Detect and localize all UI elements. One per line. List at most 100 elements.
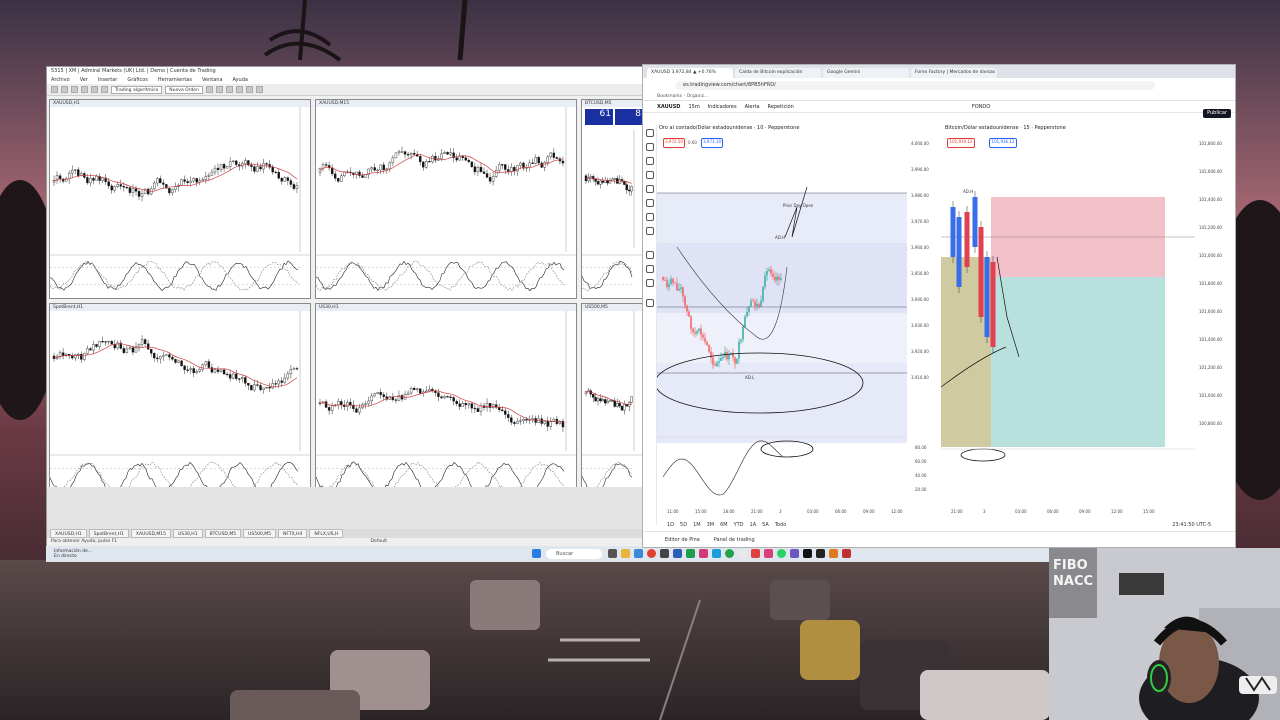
- fib-icon[interactable]: [646, 157, 654, 165]
- chart-panel[interactable]: XAUUSD,H1: [49, 99, 311, 299]
- zoom-icon[interactable]: [646, 227, 654, 235]
- chart-tab[interactable]: US30,H1: [173, 529, 203, 538]
- chart-tab[interactable]: BTCUSD,M5: [204, 529, 242, 538]
- algo-trading-button[interactable]: Trading algorítmico: [111, 85, 163, 94]
- menu-ver[interactable]: Ver: [80, 76, 88, 84]
- app-icon[interactable]: [829, 549, 838, 558]
- tf-button[interactable]: 5A: [762, 520, 769, 531]
- app-icon[interactable]: [842, 549, 851, 558]
- app-icon[interactable]: [686, 549, 695, 558]
- tf-button[interactable]: YTD: [734, 520, 744, 531]
- news-widget[interactable]: Información de... En directo: [54, 549, 104, 559]
- zoom-in-icon[interactable]: [235, 86, 243, 93]
- chrome-icon[interactable]: [647, 549, 656, 558]
- browser-tab[interactable]: Caída de Bitcoin explicación: [735, 68, 821, 78]
- xauusd-chart[interactable]: Prior Day Open AD.H AD.L 4,000.00 3,990.00 3,…: [657, 137, 937, 517]
- sell-ticker[interactable]: 61: [585, 109, 613, 125]
- replay-button[interactable]: Repetición: [768, 104, 794, 110]
- magnet-icon[interactable]: [646, 251, 654, 259]
- tf-button[interactable]: 1M: [693, 520, 701, 531]
- menu-archivo[interactable]: Archivo: [51, 76, 70, 84]
- browser-tab[interactable]: Forex Factory | Mercados de divisas: [911, 68, 997, 78]
- symbol-search[interactable]: XAUUSD: [657, 104, 680, 110]
- chart-tab[interactable]: US500,M5: [243, 529, 276, 538]
- app-icon[interactable]: [660, 549, 669, 558]
- btcusd-chart[interactable]: AD.H 102,800.00 102,600.00 102,400.00 102,20…: [941, 137, 1235, 517]
- app-icon[interactable]: [738, 549, 747, 558]
- tiktok-icon[interactable]: [803, 549, 812, 558]
- buy-ticker[interactable]: 8: [615, 109, 643, 125]
- brush-icon[interactable]: [646, 199, 654, 207]
- chart-tab[interactable]: XAUUSD,M15: [130, 529, 171, 538]
- app-icon[interactable]: [699, 549, 708, 558]
- candle-body: [718, 361, 720, 363]
- trading-panel-tab[interactable]: Panel de trading: [714, 532, 755, 547]
- tf-button[interactable]: 5D: [680, 520, 687, 531]
- measure-icon[interactable]: [646, 213, 654, 221]
- trash-icon[interactable]: [646, 299, 654, 307]
- task-view-icon[interactable]: [608, 549, 617, 558]
- alert-button[interactable]: Alerta: [745, 104, 760, 110]
- eye-icon[interactable]: [646, 279, 654, 287]
- address-bar[interactable]: es.tradingview.com/chart/8PB5hFRD/: [675, 80, 1155, 90]
- browser-tab[interactable]: Google Gemini: [823, 68, 909, 78]
- trend-line-icon[interactable]: [646, 143, 654, 151]
- browser-icon[interactable]: [634, 549, 643, 558]
- chart-tab[interactable]: XAUUSD,H1: [50, 529, 87, 538]
- instagram-icon[interactable]: [764, 549, 773, 558]
- pine-editor-tab[interactable]: Editor de Pine: [665, 532, 700, 547]
- whatsapp-icon[interactable]: [777, 549, 786, 558]
- layout-name[interactable]: FONDO: [972, 104, 990, 110]
- profiles-icon[interactable]: [61, 86, 68, 93]
- terminal-icon[interactable]: [91, 86, 98, 93]
- chart-panel[interactable]: US500,M5: [581, 303, 645, 503]
- app-icon[interactable]: [725, 549, 734, 558]
- menu-insertar[interactable]: Insertar: [98, 76, 117, 84]
- navigator-icon[interactable]: [81, 86, 88, 93]
- start-icon[interactable]: [532, 549, 541, 558]
- candle-chart-icon[interactable]: [215, 86, 223, 93]
- app-icon[interactable]: [816, 549, 825, 558]
- tile-windows-icon[interactable]: [255, 86, 263, 93]
- zoom-out-icon[interactable]: [245, 86, 253, 93]
- bookmarks-bar[interactable]: Bookmarks - Organiz...: [643, 92, 1235, 101]
- taskbar-search[interactable]: Buscar: [546, 549, 602, 559]
- bar-chart-icon[interactable]: [205, 86, 213, 93]
- line-chart-icon[interactable]: [225, 86, 233, 93]
- tf-button[interactable]: Todo: [775, 520, 787, 531]
- file-explorer-icon[interactable]: [621, 549, 630, 558]
- chart-panel[interactable]: US30,H1: [315, 303, 577, 503]
- timeframe-select[interactable]: 15m: [688, 104, 699, 110]
- tf-button[interactable]: 6M: [720, 520, 728, 531]
- browser-tab[interactable]: XAUUSD 3,972,84 ▲ +0.76%: [647, 68, 733, 78]
- menu-ayuda[interactable]: Ayuda: [233, 76, 248, 84]
- app-icon[interactable]: [673, 549, 682, 558]
- tester-icon[interactable]: [101, 86, 108, 93]
- chart-tab[interactable]: NFTX,H4: [278, 529, 308, 538]
- chart-panel[interactable]: XAUUSD,M15: [315, 99, 577, 299]
- lock-icon[interactable]: [646, 265, 654, 273]
- market-watch-icon[interactable]: [71, 86, 78, 93]
- menu-ventana[interactable]: Ventana: [202, 76, 223, 84]
- candle-body: [210, 171, 214, 176]
- chart-tab[interactable]: SpotBrent,H1: [88, 529, 129, 538]
- new-chart-icon[interactable]: [51, 86, 58, 93]
- tf-button[interactable]: 1D: [667, 520, 674, 531]
- chart-panel[interactable]: BTCUSD,M5 61 8: [581, 99, 645, 299]
- app-icon[interactable]: [751, 549, 760, 558]
- publish-button[interactable]: Publicar: [1203, 109, 1231, 118]
- chart-panel[interactable]: SpotBrent,H1: [49, 303, 311, 503]
- pattern-icon[interactable]: [646, 171, 654, 179]
- indicators-button[interactable]: Indicadores: [708, 104, 737, 110]
- menu-graficos[interactable]: Gráficos: [127, 76, 148, 84]
- candle-body: [391, 157, 395, 164]
- text-icon[interactable]: [646, 185, 654, 193]
- crosshair-icon[interactable]: [646, 129, 654, 137]
- tf-button[interactable]: 3M: [707, 520, 715, 531]
- tf-button[interactable]: 1A: [750, 520, 757, 531]
- new-order-button[interactable]: Nueva Orden: [165, 85, 203, 94]
- menu-herramientas[interactable]: Herramientas: [158, 76, 192, 84]
- app-icon[interactable]: [712, 549, 721, 558]
- app-icon[interactable]: [790, 549, 799, 558]
- chart-tab[interactable]: NFLX,US,H: [309, 529, 344, 538]
